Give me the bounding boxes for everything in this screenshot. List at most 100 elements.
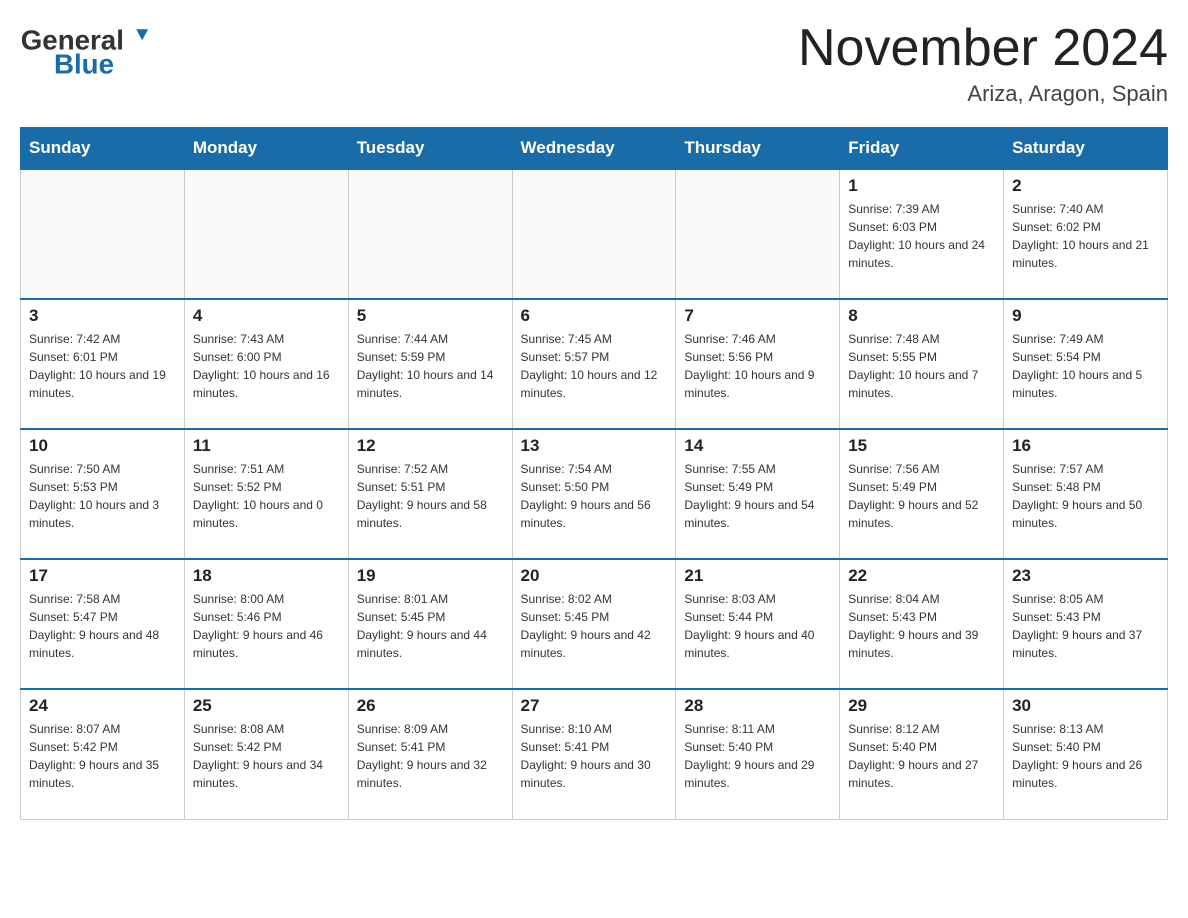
day-info: Sunrise: 7:51 AMSunset: 5:52 PMDaylight:… <box>193 460 340 532</box>
day-info: Sunrise: 8:08 AMSunset: 5:42 PMDaylight:… <box>193 720 340 792</box>
day-info: Sunrise: 7:39 AMSunset: 6:03 PMDaylight:… <box>848 200 995 272</box>
day-cell <box>512 169 676 299</box>
day-cell <box>184 169 348 299</box>
day-cell: 23Sunrise: 8:05 AMSunset: 5:43 PMDayligh… <box>1004 559 1168 689</box>
day-number: 27 <box>521 696 668 716</box>
day-cell: 14 Sunrise: 7:55 AMSunset: 5:49 PMDayligh… <box>676 429 840 559</box>
day-number: 10 <box>29 436 176 456</box>
day-number: 5 <box>357 306 504 326</box>
day-info: Sunrise: 8:00 AMSunset: 5:46 PMDaylight:… <box>193 590 340 662</box>
day-number: 12 <box>357 436 504 456</box>
day-info: Sunrise: 7:56 AMSunset: 5:49 PMDaylight:… <box>848 460 995 532</box>
day-info: Sunrise: 7:42 AMSunset: 6:01 PMDaylight:… <box>29 330 176 402</box>
day-cell: 27 Sunrise: 8:10 AMSunset: 5:41 PMDayligh… <box>512 689 676 819</box>
week-row-5: 24 Sunrise: 8:07 AMSunset: 5:42 PMDayligh… <box>21 689 1168 819</box>
day-number: 6 <box>521 306 668 326</box>
day-cell: 17Sunrise: 7:58 AMSunset: 5:47 PMDayligh… <box>21 559 185 689</box>
day-number: 8 <box>848 306 995 326</box>
weekday-saturday: Saturday <box>1004 128 1168 170</box>
day-info: Sunrise: 8:03 AMSunset: 5:44 PMDaylight:… <box>684 590 831 662</box>
day-info: Sunrise: 7:46 AMSunset: 5:56 PMDaylight:… <box>684 330 831 402</box>
day-number: 26 <box>357 696 504 716</box>
day-cell: 1Sunrise: 7:39 AMSunset: 6:03 PMDaylight… <box>840 169 1004 299</box>
day-cell: 19Sunrise: 8:01 AMSunset: 5:45 PMDayligh… <box>348 559 512 689</box>
day-number: 9 <box>1012 306 1159 326</box>
day-cell: 22Sunrise: 8:04 AMSunset: 5:43 PMDayligh… <box>840 559 1004 689</box>
day-number: 28 <box>684 696 831 716</box>
week-row-3: 10 Sunrise: 7:50 AMSunset: 5:53 PMDayligh… <box>21 429 1168 559</box>
day-info: Sunrise: 7:40 AMSunset: 6:02 PMDaylight:… <box>1012 200 1159 272</box>
location-title: Ariza, Aragon, Spain <box>798 81 1168 107</box>
day-info: Sunrise: 8:11 AMSunset: 5:40 PMDaylight:… <box>684 720 831 792</box>
day-cell: 8 Sunrise: 7:48 AMSunset: 5:55 PMDaylight… <box>840 299 1004 429</box>
week-row-1: 1Sunrise: 7:39 AMSunset: 6:03 PMDaylight… <box>21 169 1168 299</box>
week-row-4: 17Sunrise: 7:58 AMSunset: 5:47 PMDayligh… <box>21 559 1168 689</box>
day-number: 17 <box>29 566 176 586</box>
day-number: 2 <box>1012 176 1159 196</box>
title-block: November 2024 Ariza, Aragon, Spain <box>798 20 1168 107</box>
day-info: Sunrise: 8:10 AMSunset: 5:41 PMDaylight:… <box>521 720 668 792</box>
day-cell: 25 Sunrise: 8:08 AMSunset: 5:42 PMDayligh… <box>184 689 348 819</box>
weekday-wednesday: Wednesday <box>512 128 676 170</box>
logo: General Blue <box>20 20 160 80</box>
day-cell: 13Sunrise: 7:54 AMSunset: 5:50 PMDayligh… <box>512 429 676 559</box>
page-header: General Blue November 2024 Ariza, Aragon… <box>20 20 1168 107</box>
day-info: Sunrise: 7:55 AMSunset: 5:49 PMDaylight:… <box>684 460 831 532</box>
day-number: 18 <box>193 566 340 586</box>
day-number: 25 <box>193 696 340 716</box>
day-number: 24 <box>29 696 176 716</box>
day-number: 23 <box>1012 566 1159 586</box>
day-cell: 3 Sunrise: 7:42 AMSunset: 6:01 PMDaylight… <box>21 299 185 429</box>
day-cell: 24 Sunrise: 8:07 AMSunset: 5:42 PMDayligh… <box>21 689 185 819</box>
day-cell: 16Sunrise: 7:57 AMSunset: 5:48 PMDayligh… <box>1004 429 1168 559</box>
day-info: Sunrise: 7:49 AMSunset: 5:54 PMDaylight:… <box>1012 330 1159 402</box>
day-cell: 21Sunrise: 8:03 AMSunset: 5:44 PMDayligh… <box>676 559 840 689</box>
calendar-table: SundayMondayTuesdayWednesdayThursdayFrid… <box>20 127 1168 820</box>
day-info: Sunrise: 7:43 AMSunset: 6:00 PMDaylight:… <box>193 330 340 402</box>
day-info: Sunrise: 8:09 AMSunset: 5:41 PMDaylight:… <box>357 720 504 792</box>
day-info: Sunrise: 8:13 AMSunset: 5:40 PMDaylight:… <box>1012 720 1159 792</box>
day-info: Sunrise: 8:02 AMSunset: 5:45 PMDaylight:… <box>521 590 668 662</box>
day-cell: 7 Sunrise: 7:46 AMSunset: 5:56 PMDaylight… <box>676 299 840 429</box>
day-info: Sunrise: 7:50 AMSunset: 5:53 PMDaylight:… <box>29 460 176 532</box>
day-info: Sunrise: 7:57 AMSunset: 5:48 PMDaylight:… <box>1012 460 1159 532</box>
month-title: November 2024 <box>798 20 1168 77</box>
day-cell: 11 Sunrise: 7:51 AMSunset: 5:52 PMDayligh… <box>184 429 348 559</box>
calendar-header: SundayMondayTuesdayWednesdayThursdayFrid… <box>21 128 1168 170</box>
day-cell: 10 Sunrise: 7:50 AMSunset: 5:53 PMDayligh… <box>21 429 185 559</box>
day-cell: 18 Sunrise: 8:00 AMSunset: 5:46 PMDayligh… <box>184 559 348 689</box>
day-info: Sunrise: 7:48 AMSunset: 5:55 PMDaylight:… <box>848 330 995 402</box>
week-row-2: 3 Sunrise: 7:42 AMSunset: 6:01 PMDaylight… <box>21 299 1168 429</box>
logo-svg: General Blue <box>20 20 160 80</box>
weekday-tuesday: Tuesday <box>348 128 512 170</box>
day-number: 3 <box>29 306 176 326</box>
day-cell: 15 Sunrise: 7:56 AMSunset: 5:49 PMDayligh… <box>840 429 1004 559</box>
day-cell <box>676 169 840 299</box>
day-number: 11 <box>193 436 340 456</box>
day-number: 15 <box>848 436 995 456</box>
day-number: 22 <box>848 566 995 586</box>
day-number: 14 <box>684 436 831 456</box>
day-info: Sunrise: 7:54 AMSunset: 5:50 PMDaylight:… <box>521 460 668 532</box>
day-cell: 6 Sunrise: 7:45 AMSunset: 5:57 PMDaylight… <box>512 299 676 429</box>
weekday-sunday: Sunday <box>21 128 185 170</box>
day-info: Sunrise: 8:12 AMSunset: 5:40 PMDaylight:… <box>848 720 995 792</box>
day-number: 30 <box>1012 696 1159 716</box>
day-info: Sunrise: 7:52 AMSunset: 5:51 PMDaylight:… <box>357 460 504 532</box>
day-number: 29 <box>848 696 995 716</box>
weekday-header-row: SundayMondayTuesdayWednesdayThursdayFrid… <box>21 128 1168 170</box>
day-cell: 26 Sunrise: 8:09 AMSunset: 5:41 PMDayligh… <box>348 689 512 819</box>
day-number: 7 <box>684 306 831 326</box>
weekday-monday: Monday <box>184 128 348 170</box>
day-cell: 9 Sunrise: 7:49 AMSunset: 5:54 PMDaylight… <box>1004 299 1168 429</box>
day-number: 19 <box>357 566 504 586</box>
day-info: Sunrise: 8:07 AMSunset: 5:42 PMDaylight:… <box>29 720 176 792</box>
weekday-friday: Friday <box>840 128 1004 170</box>
weekday-thursday: Thursday <box>676 128 840 170</box>
day-cell: 4Sunrise: 7:43 AMSunset: 6:00 PMDaylight… <box>184 299 348 429</box>
day-info: Sunrise: 7:44 AMSunset: 5:59 PMDaylight:… <box>357 330 504 402</box>
day-cell: 5 Sunrise: 7:44 AMSunset: 5:59 PMDaylight… <box>348 299 512 429</box>
calendar-body: 1Sunrise: 7:39 AMSunset: 6:03 PMDaylight… <box>21 169 1168 819</box>
day-info: Sunrise: 7:45 AMSunset: 5:57 PMDaylight:… <box>521 330 668 402</box>
svg-text:Blue: Blue <box>54 49 114 80</box>
